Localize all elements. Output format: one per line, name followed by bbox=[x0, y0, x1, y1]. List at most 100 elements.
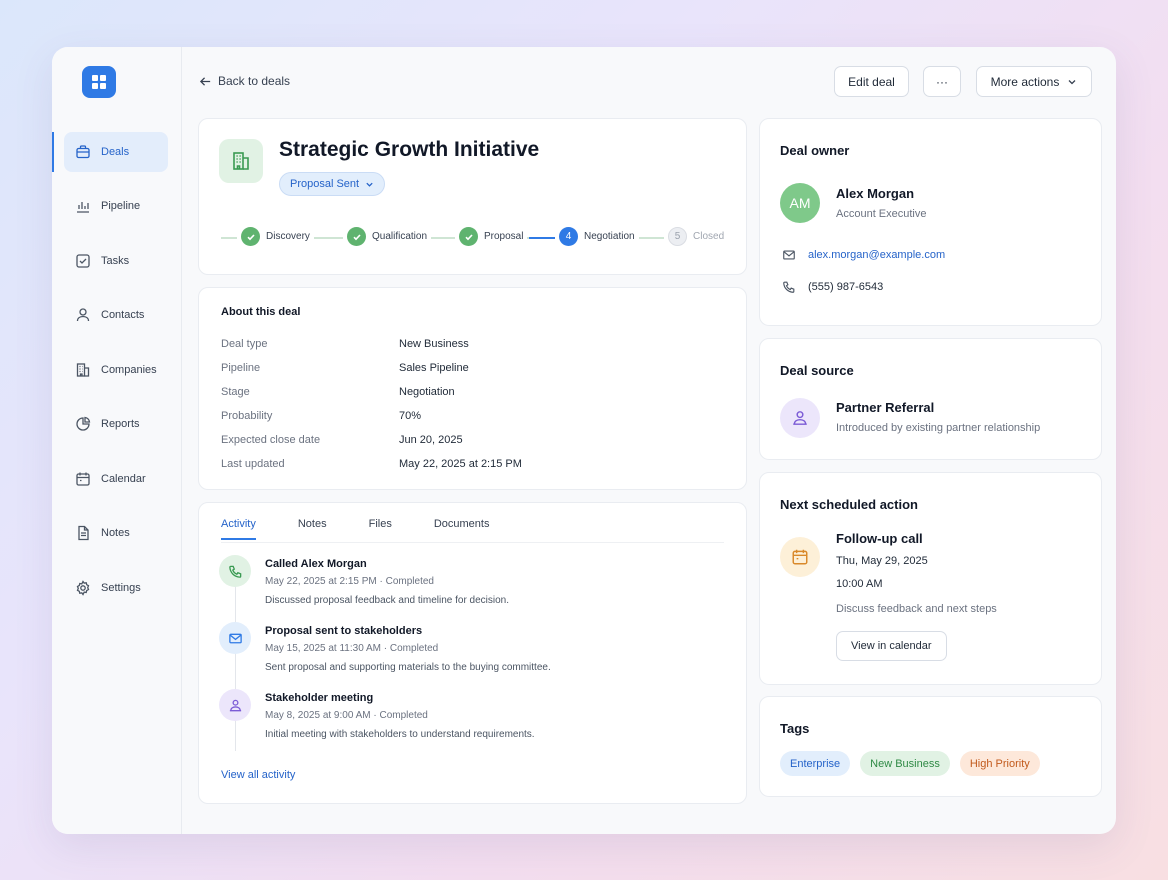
detail-value: Sales Pipeline bbox=[399, 362, 469, 374]
tag-new-business[interactable]: New Business bbox=[860, 751, 950, 776]
tags-heading: Tags bbox=[780, 721, 810, 736]
sidebar-item-calendar[interactable]: Calendar bbox=[64, 459, 168, 499]
view-all-activity-link[interactable]: View all activity bbox=[221, 769, 295, 781]
activity-title: Proposal sent to stakeholders bbox=[265, 625, 423, 637]
back-label: Back to deals bbox=[218, 74, 291, 88]
tag-enterprise[interactable]: Enterprise bbox=[780, 751, 851, 776]
activity-title: Stakeholder meeting bbox=[265, 692, 374, 704]
activity-card: Activity Notes Files Documents Called Al… bbox=[198, 502, 747, 804]
activity-meta: May 15, 2025 at 11:30 AM · Completed bbox=[265, 643, 439, 654]
edit-deal-label: Edit deal bbox=[848, 74, 895, 89]
more-options-button[interactable]: ··· bbox=[923, 66, 961, 97]
detail-key: Pipeline bbox=[221, 362, 261, 374]
activity-desc: Initial meeting with stakeholders to und… bbox=[265, 729, 535, 740]
tab-documents[interactable]: Documents bbox=[434, 518, 490, 540]
sidebar-item-label: Pipeline bbox=[101, 200, 141, 212]
phone-icon bbox=[219, 555, 251, 587]
check-icon bbox=[459, 227, 478, 246]
next-action-card: Next scheduled action Follow-up call Thu… bbox=[759, 472, 1102, 685]
sidebar-item-companies[interactable]: Companies bbox=[64, 350, 168, 390]
detail-value: Jun 20, 2025 bbox=[399, 434, 463, 446]
gear-icon bbox=[76, 580, 90, 596]
tabs-divider bbox=[221, 542, 724, 543]
step-qualification[interactable]: Qualification bbox=[343, 227, 432, 246]
deal-source-card: Deal source Partner Referral Introduced … bbox=[759, 338, 1102, 460]
tab-activity[interactable]: Activity bbox=[221, 518, 256, 540]
next-action-date: Thu, May 29, 2025 bbox=[836, 555, 928, 567]
step-label: Proposal bbox=[484, 231, 524, 242]
step-label: Qualification bbox=[372, 231, 428, 242]
view-in-calendar-button[interactable]: View in calendar bbox=[836, 631, 947, 661]
detail-key: Stage bbox=[221, 386, 250, 398]
sidebar-item-contacts[interactable]: Contacts bbox=[64, 295, 168, 335]
sidebar-item-tasks[interactable]: Tasks bbox=[64, 241, 168, 281]
step-negotiation[interactable]: 4 Negotiation bbox=[555, 227, 639, 246]
calendar-icon bbox=[76, 472, 90, 486]
about-deal-card: About this deal Deal type New Business P… bbox=[198, 287, 747, 490]
stage-dropdown[interactable]: Proposal Sent bbox=[279, 172, 386, 196]
step-label: Closed bbox=[693, 231, 725, 242]
sidebar-item-pipeline[interactable]: Pipeline bbox=[64, 186, 168, 226]
app-window: Deals Pipeline Tasks Contacts Companies … bbox=[52, 47, 1116, 834]
view-in-calendar-label: View in calendar bbox=[851, 640, 932, 652]
activity-desc: Sent proposal and supporting materials t… bbox=[265, 662, 551, 673]
owner-heading: Deal owner bbox=[780, 143, 850, 158]
activity-title: Called Alex Morgan bbox=[265, 558, 367, 570]
detail-key: Last updated bbox=[221, 458, 285, 470]
sidebar-item-settings[interactable]: Settings bbox=[64, 568, 168, 608]
grid-icon[interactable] bbox=[82, 66, 116, 98]
activity-desc: Discussed proposal feedback and timeline… bbox=[265, 595, 510, 606]
detail-value: May 22, 2025 at 2:15 PM bbox=[399, 458, 522, 470]
sidebar-item-label: Contacts bbox=[101, 309, 145, 321]
sidebar-item-label: Tasks bbox=[101, 255, 130, 267]
owner-email-row: alex.morgan@example.com bbox=[782, 248, 945, 262]
detail-value: 70% bbox=[399, 410, 422, 422]
back-to-deals-link[interactable]: Back to deals bbox=[199, 74, 290, 88]
owner-phone-row: (555) 987-6543 bbox=[782, 280, 883, 294]
owner-phone[interactable]: (555) 987-6543 bbox=[808, 281, 883, 293]
sidebar-item-label: Notes bbox=[101, 527, 130, 539]
page-title: Strategic Growth Initiative bbox=[279, 138, 540, 161]
owner-role: Account Executive bbox=[836, 208, 927, 220]
activity-item[interactable]: Called Alex Morgan May 22, 2025 at 2:15 … bbox=[219, 555, 719, 615]
next-action-heading: Next scheduled action bbox=[780, 497, 918, 512]
mail-icon bbox=[783, 250, 795, 260]
building-icon bbox=[76, 363, 90, 377]
step-label: Discovery bbox=[266, 231, 310, 242]
tag-high-priority[interactable]: High Priority bbox=[959, 751, 1040, 776]
activity-meta: May 8, 2025 at 9:00 AM · Completed bbox=[265, 710, 428, 721]
ellipsis-icon: ··· bbox=[936, 74, 948, 89]
sidebar-item-deals[interactable]: Deals bbox=[64, 132, 168, 172]
source-heading: Deal source bbox=[780, 363, 854, 378]
edit-deal-button[interactable]: Edit deal bbox=[834, 66, 909, 97]
active-nav-indicator bbox=[52, 132, 54, 172]
check-icon bbox=[241, 227, 260, 246]
partner-icon bbox=[780, 398, 820, 438]
user-icon bbox=[76, 308, 90, 322]
mail-icon bbox=[219, 622, 251, 654]
owner-email-link[interactable]: alex.morgan@example.com bbox=[808, 249, 945, 261]
next-action-time: 10:00 AM bbox=[836, 578, 883, 590]
sidebar-item-notes[interactable]: Notes bbox=[64, 513, 168, 553]
activity-item[interactable]: Proposal sent to stakeholders May 15, 20… bbox=[219, 622, 719, 682]
step-number: 4 bbox=[559, 227, 578, 246]
detail-key: Probability bbox=[221, 410, 273, 422]
sidebar-item-label: Deals bbox=[101, 146, 130, 158]
step-proposal[interactable]: Proposal bbox=[455, 227, 528, 246]
deal-header-card: Strategic Growth Initiative Proposal Sen… bbox=[198, 118, 747, 275]
sidebar-item-label: Calendar bbox=[101, 473, 146, 485]
step-closed[interactable]: 5 Closed bbox=[664, 227, 729, 246]
activity-item[interactable]: Stakeholder meeting May 8, 2025 at 9:00 … bbox=[219, 689, 719, 749]
activity-meta: May 22, 2025 at 2:15 PM · Completed bbox=[265, 576, 434, 587]
sidebar-item-reports[interactable]: Reports bbox=[64, 404, 168, 444]
meeting-icon bbox=[219, 689, 251, 721]
tab-notes[interactable]: Notes bbox=[298, 518, 327, 540]
avatar[interactable]: AM bbox=[780, 183, 820, 223]
about-heading: About this deal bbox=[221, 306, 301, 318]
briefcase-icon bbox=[76, 145, 90, 159]
more-actions-button[interactable]: More actions bbox=[976, 66, 1092, 97]
source-desc: Introduced by existing partner relations… bbox=[836, 422, 1041, 434]
detail-key: Deal type bbox=[221, 338, 268, 350]
step-discovery[interactable]: Discovery bbox=[237, 227, 314, 246]
tab-files[interactable]: Files bbox=[369, 518, 392, 540]
